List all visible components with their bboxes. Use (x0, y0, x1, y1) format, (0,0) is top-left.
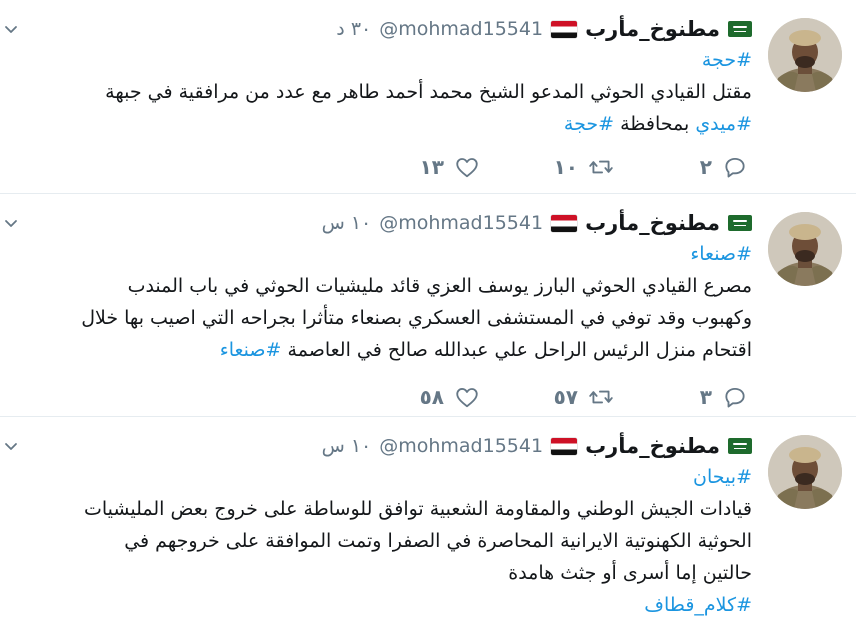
yemen-flag-icon (551, 20, 578, 38)
tweet[interactable]: ١٠ س @mohmad15541 مطنوخ_مأرب #صنعاء مصرع … (0, 194, 856, 417)
tweet-text-line: وكهبوب وقد توفي في المستشفى العسكري بصنع… (12, 302, 752, 334)
like-button[interactable]: ١٣ (418, 154, 480, 180)
tweet-text-line: مصرع القيادي الحوثي البارز يوسف العزي قا… (12, 270, 752, 302)
retweet-button[interactable]: ١٠ (552, 154, 614, 180)
chevron-down-icon[interactable] (4, 216, 18, 230)
hashtag-link[interactable]: #حجة (564, 113, 614, 135)
tweet-text-line: قيادات الجيش الوطني والمقاومة الشعبية تو… (12, 493, 752, 525)
tweet-text-segment: اقتحام منزل الرئيس الراحل علي عبدالله صا… (281, 339, 752, 361)
tweet-header: ٣٠ د @mohmad15541 مطنوخ_مأرب (336, 14, 752, 44)
reply-button[interactable]: ٢ (686, 154, 748, 180)
tweet-actions: ٥٨ ٥٧ ٣ (418, 382, 748, 412)
reply-count: ٢ (699, 155, 712, 179)
user-name[interactable]: مطنوخ_مأرب (585, 211, 720, 235)
saudi-flag-icon (728, 21, 752, 37)
tweet-text-line: حالتين إما أسرى أو جثث هامدة (12, 557, 752, 589)
tweet-actions: ١٣ ١٠ ٢ (418, 152, 748, 182)
tweet-text-segment: بمحافظة (614, 113, 696, 135)
yemen-flag-icon (551, 437, 578, 455)
hashtag-link[interactable]: #ميدي (695, 113, 752, 135)
reply-icon (725, 157, 745, 178)
user-handle[interactable]: @mohmad15541 (379, 212, 543, 234)
heart-icon (456, 388, 478, 408)
tweet-text-line: #ميدي بمحافظة #حجة (12, 108, 752, 140)
hashtag-link[interactable]: #صنعاء (220, 339, 282, 361)
avatar[interactable] (768, 212, 842, 286)
like-button[interactable]: ٥٨ (418, 384, 480, 410)
tweet-header: ١٠ س @mohmad15541 مطنوخ_مأرب (322, 208, 752, 238)
chevron-down-icon[interactable] (4, 22, 18, 36)
tweet-text: #حجة مقتل القيادي الحوثي المدعو الشيخ محم… (12, 44, 752, 140)
tweet-text-line: مقتل القيادي الحوثي المدعو الشيخ محمد أح… (12, 76, 752, 108)
tweet-text-segment: مقتل القيادي الحوثي المدعو الشيخ محمد أح… (105, 81, 752, 103)
yemen-flag-icon (551, 214, 578, 232)
retweet-count: ١٠ (553, 155, 578, 179)
chevron-down-icon[interactable] (4, 439, 18, 453)
saudi-flag-icon (728, 438, 752, 454)
saudi-flag-icon (728, 215, 752, 231)
tweet-text: #بيحان قيادات الجيش الوطني والمقاومة الشع… (12, 461, 752, 621)
user-handle[interactable]: @mohmad15541 (379, 435, 543, 457)
hashtag-link[interactable]: #كلام_قطاف (644, 594, 752, 616)
like-count: ٥٨ (419, 385, 444, 409)
reply-button[interactable]: ٣ (686, 384, 748, 410)
tweet-text-line: اقتحام منزل الرئيس الراحل علي عبدالله صا… (12, 334, 752, 366)
avatar[interactable] (768, 18, 842, 92)
tweet-feed: ٣٠ د @mohmad15541 مطنوخ_مأرب #حجة مقتل ال… (0, 0, 856, 628)
tweet-time[interactable]: ١٠ س (322, 212, 372, 234)
tweet-text-line: #حجة (12, 44, 752, 76)
user-name[interactable]: مطنوخ_مأرب (585, 17, 720, 41)
tweet-text: #صنعاء مصرع القيادي الحوثي البارز يوسف ال… (12, 238, 752, 366)
tweet-text-line: #صنعاء (12, 238, 752, 270)
tweet[interactable]: ٣٠ د @mohmad15541 مطنوخ_مأرب #حجة مقتل ال… (0, 0, 856, 194)
user-name[interactable]: مطنوخ_مأرب (585, 434, 720, 458)
reply-icon (725, 387, 745, 408)
avatar[interactable] (768, 435, 842, 509)
tweet-text-line: الحوثية الكهنوتية الايرانية المحاصرة في … (12, 525, 752, 557)
tweet-text-segment: الحوثية الكهنوتية الايرانية المحاصرة في … (124, 530, 752, 552)
tweet-text-line: #بيحان (12, 461, 752, 493)
reply-count: ٣ (699, 385, 712, 409)
heart-icon (456, 158, 478, 178)
hashtag-link[interactable]: #صنعاء (690, 243, 752, 265)
tweet[interactable]: ١٠ س @mohmad15541 مطنوخ_مأرب #بيحان قيادا… (0, 417, 856, 628)
tweet-header: ١٠ س @mohmad15541 مطنوخ_مأرب (322, 431, 752, 461)
like-count: ١٣ (419, 155, 444, 179)
hashtag-link[interactable]: #بيحان (693, 466, 752, 488)
tweet-text-segment: مصرع القيادي الحوثي البارز يوسف العزي قا… (127, 275, 752, 297)
tweet-text-line: #كلام_قطاف (12, 589, 752, 621)
tweet-text-segment: قيادات الجيش الوطني والمقاومة الشعبية تو… (83, 498, 752, 520)
retweet-count: ٥٧ (553, 385, 578, 409)
tweet-time[interactable]: ١٠ س (322, 435, 372, 457)
user-handle[interactable]: @mohmad15541 (379, 18, 543, 40)
retweet-icon (589, 160, 613, 174)
retweet-button[interactable]: ٥٧ (552, 384, 614, 410)
tweet-text-segment: حالتين إما أسرى أو جثث هامدة (508, 562, 752, 584)
retweet-icon (589, 390, 613, 404)
hashtag-link[interactable]: #حجة (702, 49, 752, 71)
tweet-time[interactable]: ٣٠ د (336, 18, 371, 40)
tweet-text-segment: وكهبوب وقد توفي في المستشفى العسكري بصنع… (81, 307, 752, 329)
